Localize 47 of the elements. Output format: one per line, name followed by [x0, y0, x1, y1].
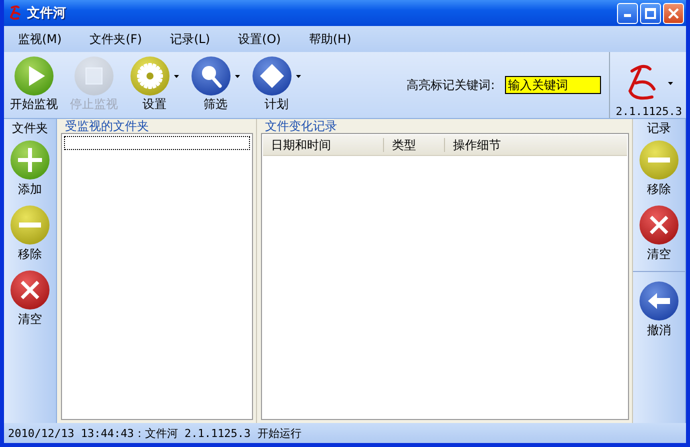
column-header[interactable]: 日期和时间	[263, 138, 384, 152]
caret-icon	[296, 74, 301, 78]
minus-icon	[639, 140, 679, 180]
version-label: 2.1.1125.3	[616, 105, 682, 118]
close-icon	[668, 8, 679, 18]
app-logo-icon	[8, 5, 22, 21]
column-header[interactable]: 操作细节	[445, 138, 627, 152]
sidebar-button[interactable]: 移除	[10, 202, 50, 267]
maximize-icon	[645, 8, 656, 18]
sidebar-title: 记录	[647, 120, 671, 137]
status-text: 2010/12/13 13:44:43：文件河 2.1.1125.3 开始运行	[8, 426, 302, 440]
cross-icon	[639, 205, 679, 245]
menu-item[interactable]: 帮助(H)	[304, 28, 356, 50]
menu-item[interactable]: 监视(M)	[14, 28, 66, 50]
sidebar-button[interactable]: 添加	[10, 137, 50, 202]
sidebar-button[interactable]: 撤消	[639, 278, 679, 343]
gear-icon	[130, 56, 170, 96]
maximize-button[interactable]	[640, 2, 661, 24]
keyword-label: 高亮标记关键词:	[406, 76, 495, 94]
menu-item[interactable]: 文件夹(F)	[86, 28, 146, 50]
sidebar-title: 文件夹	[12, 120, 48, 137]
window-title: 文件河	[27, 4, 67, 22]
toolbar-button[interactable]: 筛选	[189, 52, 242, 118]
column-header[interactable]: 类型	[384, 138, 445, 152]
minimize-button[interactable]	[617, 2, 638, 24]
list-focus-row[interactable]	[64, 136, 250, 150]
toolbar-button[interactable]: 计划	[250, 52, 303, 118]
play-icon	[14, 56, 54, 96]
caret-icon	[174, 74, 179, 78]
toolbar-button[interactable]: 设置	[128, 52, 181, 118]
close-button[interactable]	[663, 2, 684, 24]
sidebar-button[interactable]: 移除	[639, 137, 679, 202]
panel-title: 受监视的文件夹	[65, 119, 150, 133]
toolbar-button[interactable]: 开始监视	[8, 52, 60, 118]
minus-icon	[10, 205, 50, 245]
panel-title: 文件变化记录	[265, 119, 338, 133]
cross-icon	[10, 270, 50, 310]
stop-icon	[74, 56, 114, 96]
menu-item[interactable]: 记录(L)	[166, 28, 214, 50]
sidebar-button[interactable]: 清空	[639, 202, 679, 267]
keyword-field[interactable]: 输入关键词	[504, 76, 601, 94]
sidebar-button[interactable]: 清空	[10, 267, 50, 332]
caret-icon	[668, 82, 674, 84]
plus-icon	[10, 140, 50, 180]
search-icon	[191, 56, 231, 96]
menu-item[interactable]: 设置(O)	[234, 28, 285, 50]
caret-icon	[235, 74, 240, 78]
